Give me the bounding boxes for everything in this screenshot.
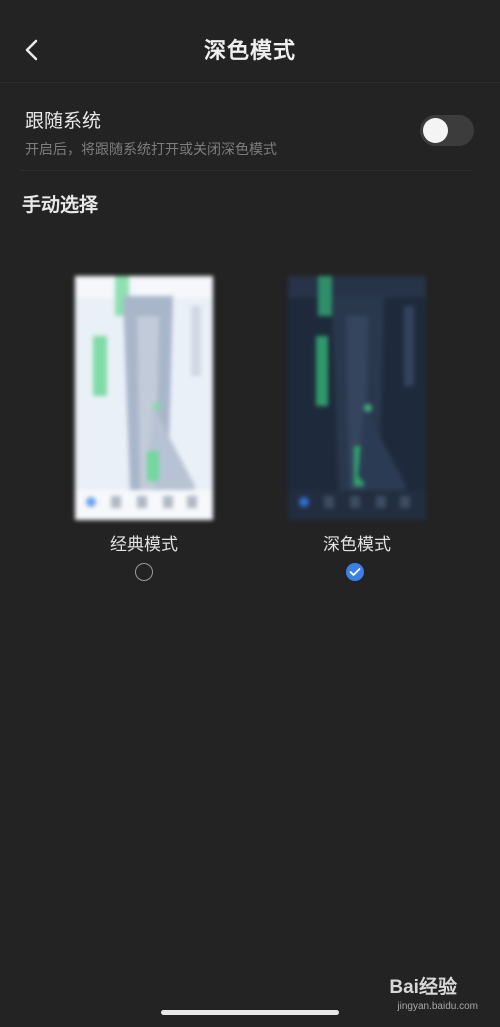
baidu-jingyan-watermark: Bai经验 jingyan.baidu.com bbox=[389, 972, 478, 1012]
map-preview-image bbox=[75, 276, 213, 520]
classic-mode-radio[interactable] bbox=[135, 563, 153, 581]
home-indicator[interactable] bbox=[161, 1010, 339, 1015]
watermark-brand: Bai经验 bbox=[389, 977, 457, 998]
dark-mode-radio[interactable] bbox=[346, 563, 364, 581]
watermark-site: jingyan.baidu.com bbox=[397, 1001, 478, 1012]
follow-system-title: 跟随系统 bbox=[25, 110, 102, 132]
classic-mode-preview[interactable] bbox=[75, 276, 213, 520]
map-preview-image bbox=[288, 276, 426, 520]
checkmark-icon bbox=[349, 568, 361, 576]
manual-select-title: 手动选择 bbox=[22, 194, 99, 216]
page-title: 深色模式 bbox=[203, 39, 296, 64]
divider bbox=[20, 170, 472, 171]
header-bar: 深色模式 bbox=[0, 0, 500, 83]
follow-system-row: 跟随系统 开启后，将跟随系统打开或关闭深色模式 bbox=[0, 84, 500, 170]
follow-system-toggle[interactable] bbox=[420, 115, 474, 146]
toggle-knob bbox=[423, 118, 448, 143]
dark-mode-preview[interactable] bbox=[288, 276, 426, 520]
classic-mode-label: 经典模式 bbox=[110, 535, 178, 555]
follow-system-description: 开启后，将跟随系统打开或关闭深色模式 bbox=[25, 142, 277, 158]
dark-mode-label: 深色模式 bbox=[323, 535, 391, 555]
